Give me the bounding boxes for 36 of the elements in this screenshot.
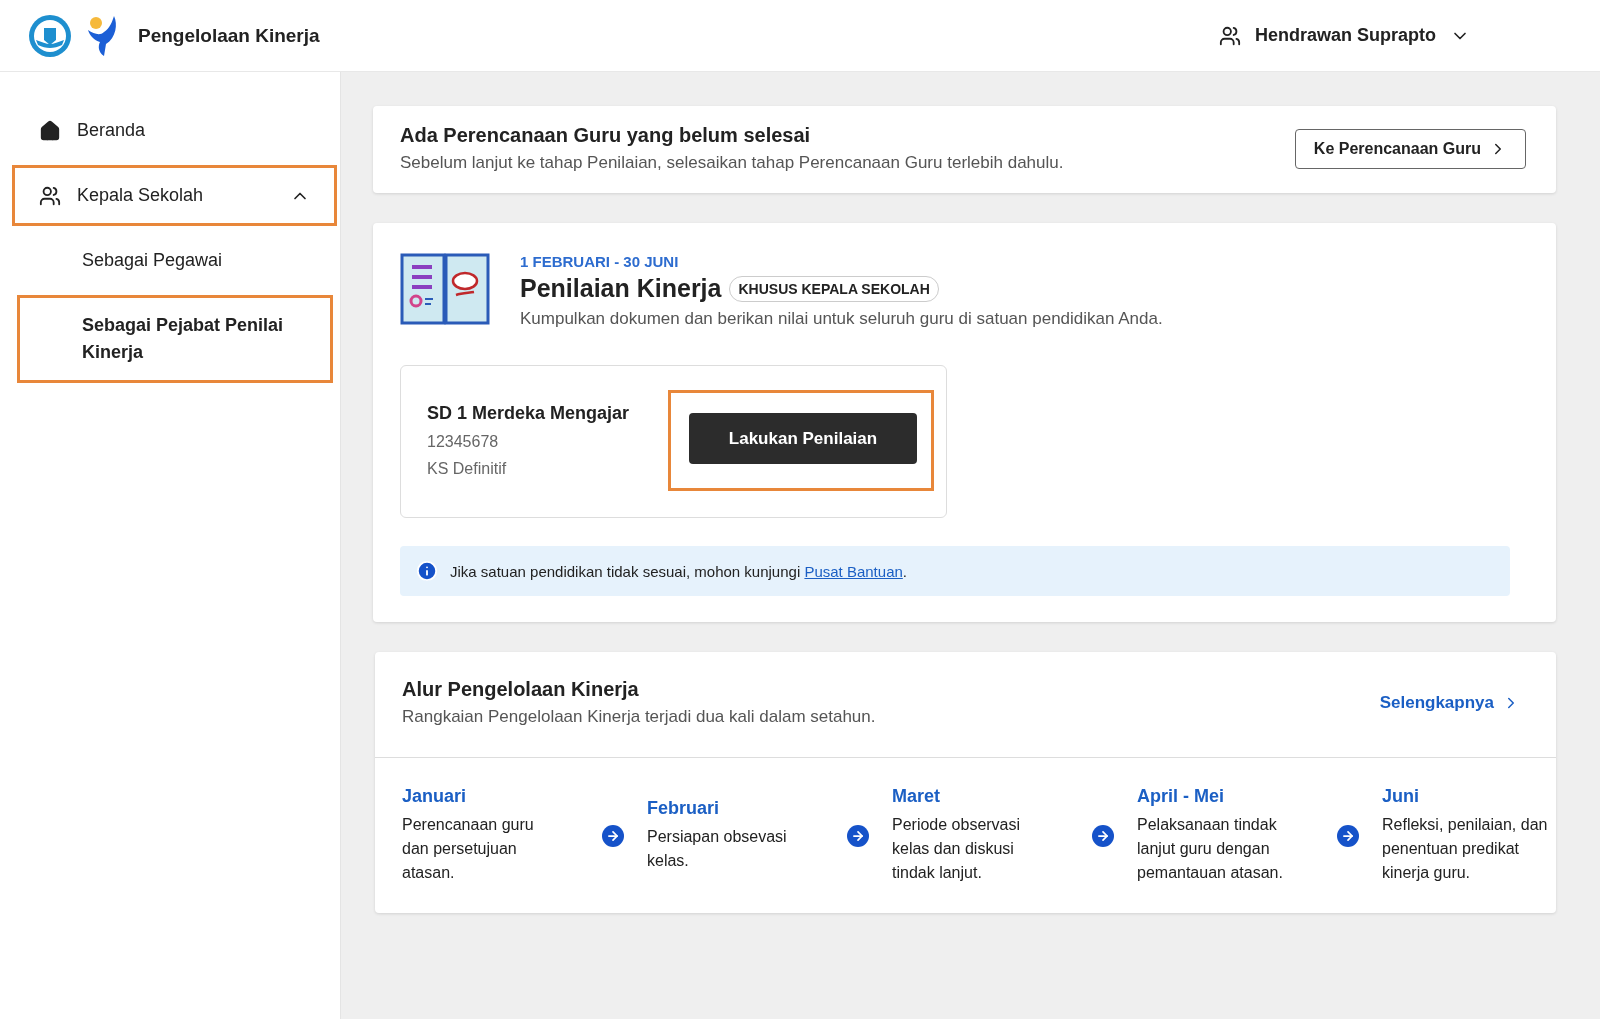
step-month: Februari bbox=[647, 798, 721, 819]
step-month: Januari bbox=[402, 786, 468, 807]
user-menu[interactable]: Hendrawan Suprapto bbox=[1212, 23, 1476, 48]
app-title: Pengelolaan Kinerja bbox=[138, 24, 320, 47]
school-name: SD 1 Merdeka Mengajar bbox=[427, 403, 630, 424]
sidebar-subitem[interactable]: Sebagai Pegawai bbox=[17, 230, 333, 291]
help-link[interactable]: Pusat Bantuan bbox=[804, 562, 903, 580]
sidebar-item[interactable]: Beranda bbox=[12, 100, 337, 161]
step-text: Refleksi, penilaian, dan penentuan predikat kinerja guru. bbox=[1382, 815, 1549, 883]
step-month: Juni bbox=[1382, 786, 1420, 807]
step-month: Maret bbox=[892, 786, 941, 807]
sidebar-item[interactable]: Kepala Sekolah bbox=[12, 165, 337, 226]
flow-subtitle: Rangkaian Pengelolaan Kinerja terjadi dua kali dalam setahun. bbox=[402, 707, 876, 727]
planning-button[interactable]: Ke Perencanaan Guru bbox=[1294, 128, 1526, 169]
emblem-logo bbox=[28, 13, 72, 58]
home-icon bbox=[39, 119, 61, 142]
people-icon bbox=[1218, 24, 1241, 47]
sidebar-subitem[interactable]: Sebagai Pejabat Penilai Kinerja bbox=[17, 295, 333, 383]
step-text: Periode observasi kelas dan diskusi tindak lanjut. bbox=[892, 815, 1022, 883]
school-role: KS Definitif bbox=[427, 460, 508, 478]
flow-title: Alur Pengelolaan Kinerja bbox=[402, 678, 640, 701]
assessment-description: Kumpulkan dokumen dan berikan nilai untuk seluruh guru di satuan pendidikan Anda. bbox=[520, 309, 1163, 329]
assessment-title: Penilaian Kinerja bbox=[520, 274, 722, 303]
period-label: 1 FEBRUARI - 30 JUNI bbox=[520, 253, 680, 270]
step-text: Perencanaan guru dan persetujuan atasan. bbox=[402, 815, 535, 883]
info-icon bbox=[416, 560, 438, 582]
info-text: Jika satuan pendidikan tidak sesuai, mohon kunjungi Pusat Bantuan. bbox=[450, 562, 907, 580]
school-id: 12345678 bbox=[427, 433, 500, 451]
step-month: April - Mei bbox=[1137, 786, 1225, 807]
step-text: Pelaksanaan tindak lanjut guru dengan pemantauan atasan. bbox=[1137, 815, 1284, 883]
notice-title: Ada Perencanaan Guru yang belum selesai bbox=[400, 124, 812, 147]
people-icon bbox=[39, 184, 61, 207]
assess-button[interactable]: Lakukan Penilaian bbox=[689, 413, 917, 464]
step-text: Persiapan obsevasi kelas. bbox=[647, 827, 788, 871]
notice-text: Sebelum lanjut ke tahap Penilaian, selesaikan tahap Perencanaan Guru terlebih dahulu. bbox=[400, 153, 1064, 173]
more-link[interactable]: Selengkapnya bbox=[1379, 692, 1520, 713]
